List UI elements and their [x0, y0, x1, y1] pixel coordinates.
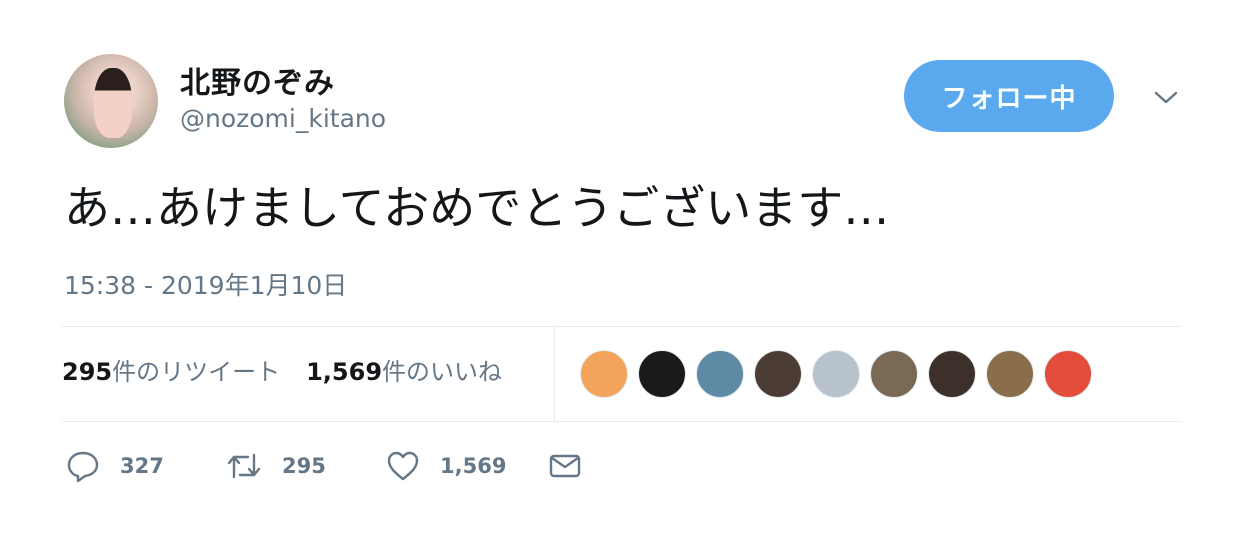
liker-avatar[interactable] [812, 350, 860, 398]
liker-avatar[interactable] [870, 350, 918, 398]
divider [62, 326, 1182, 327]
tweet-text: あ…あけましておめでとうございます… [64, 181, 890, 235]
liker-avatar[interactable] [696, 350, 744, 398]
heart-icon [386, 449, 420, 483]
reply-count: 327 [120, 454, 164, 478]
liker-avatar[interactable] [638, 350, 686, 398]
liker-avatar[interactable] [1044, 350, 1092, 398]
tweet-stats: 295件のリツイート 1,569件のいいね [62, 352, 528, 387]
retweet-stat[interactable]: 295件のリツイート [62, 352, 280, 387]
avatar-figure [94, 68, 132, 138]
retweet-count: 295 [282, 454, 326, 478]
liker-avatar[interactable] [928, 350, 976, 398]
stats-separator [554, 327, 555, 421]
retweet-icon [226, 449, 262, 483]
like-stat[interactable]: 1,569件のいいね [306, 352, 502, 387]
like-button[interactable]: 1,569 [386, 446, 506, 486]
liker-avatars [580, 350, 1102, 398]
user-handle[interactable]: @nozomi_kitano [180, 104, 386, 133]
retweet-button[interactable]: 295 [226, 446, 326, 486]
tweet-timestamp[interactable]: 15:38 - 2019年1月10日 [64, 266, 347, 302]
following-button[interactable]: フォロー中 [904, 60, 1114, 132]
direct-message-button[interactable] [548, 446, 582, 486]
liker-avatar[interactable] [754, 350, 802, 398]
like-count: 1,569 [440, 454, 507, 478]
chevron-down-icon[interactable] [1152, 84, 1180, 112]
liker-avatar[interactable] [986, 350, 1034, 398]
divider [62, 421, 1182, 422]
envelope-icon [548, 451, 582, 481]
retweet-stat-label: 件のリツイート [112, 358, 281, 386]
reply-icon [66, 449, 100, 483]
user-name[interactable]: 北野のぞみ [180, 58, 335, 102]
liker-avatar[interactable] [580, 350, 628, 398]
reply-button[interactable]: 327 [66, 446, 164, 486]
like-stat-label: 件のいいね [382, 358, 503, 386]
retweet-stat-count: 295 [62, 358, 113, 386]
like-stat-count: 1,569 [306, 358, 383, 386]
avatar[interactable] [64, 54, 158, 148]
tweet-card: 北野のぞみ @nozomi_kitano フォロー中 あ…あけましておめでとうご… [0, 0, 1248, 544]
